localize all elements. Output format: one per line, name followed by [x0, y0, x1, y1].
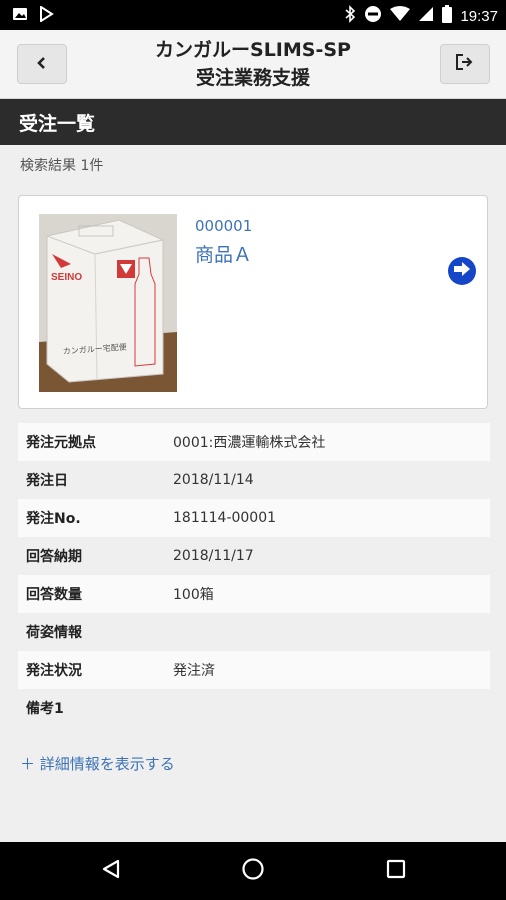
detail-label: 発注状況	[26, 663, 82, 679]
detail-label: 発注No.	[26, 511, 81, 527]
product-card[interactable]: SEINO カンガルー宅配便 000001 商品Ａ	[18, 195, 488, 409]
detail-row: 荷姿情報	[18, 613, 490, 651]
detail-label: 回答納期	[26, 549, 82, 565]
arrow-right-circle-icon	[453, 261, 471, 281]
system-nav-bar	[0, 842, 506, 900]
detail-label: 回答数量	[26, 587, 82, 603]
open-detail-button[interactable]	[448, 257, 476, 285]
app-title: カンガルーSLIMS-SP	[155, 39, 351, 61]
detail-value: 2018/11/17	[173, 548, 254, 564]
back-button[interactable]	[17, 44, 67, 84]
chevron-left-icon	[35, 55, 49, 74]
section-header: 受注一覧	[0, 99, 506, 145]
detail-label: 荷姿情報	[26, 625, 82, 641]
detail-row: 発注日 2018/11/14	[18, 461, 490, 499]
section-title: 受注一覧	[19, 113, 96, 135]
detail-label: 発注日	[26, 473, 68, 489]
app-subtitle: 受注業務支援	[195, 67, 310, 89]
bluetooth-icon	[344, 5, 356, 27]
product-image: SEINO カンガルー宅配便	[39, 214, 177, 392]
logout-button[interactable]	[440, 44, 490, 84]
order-details: 発注元拠点 0001:西濃運輸株式会社 発注日 2018/11/14 発注No.…	[18, 423, 490, 727]
detail-label: 発注元拠点	[26, 435, 96, 451]
square-recents-icon	[385, 858, 407, 884]
detail-row: 発注状況 発注済	[18, 651, 490, 689]
detail-row: 発注No. 181114-00001	[18, 499, 490, 537]
product-name[interactable]: 商品Ａ	[195, 240, 252, 267]
detail-row: 回答納期 2018/11/17	[18, 537, 490, 575]
product-code[interactable]: 000001	[195, 217, 252, 235]
logout-icon	[455, 53, 475, 75]
nav-recents-button[interactable]	[383, 858, 409, 884]
signal-icon	[418, 6, 434, 26]
detail-value: 発注済	[173, 663, 215, 679]
detail-value: 0001:西濃運輸株式会社	[173, 435, 326, 451]
play-store-icon	[38, 5, 54, 26]
svg-text:SEINO: SEINO	[51, 272, 82, 283]
status-bar: 19:37	[0, 0, 506, 30]
detail-value: 181114-00001	[173, 510, 277, 526]
detail-row: 備考1	[18, 689, 490, 727]
do-not-disturb-icon	[364, 5, 382, 27]
circle-home-icon	[241, 857, 265, 885]
battery-icon	[442, 5, 453, 27]
show-more-details-link[interactable]: ＋ 詳細情報を表示する	[20, 753, 175, 774]
detail-row: 回答数量 100箱	[18, 575, 490, 613]
image-icon	[12, 6, 28, 26]
nav-back-button[interactable]	[98, 858, 124, 884]
app-header: カンガルーSLIMS-SP 受注業務支援	[0, 30, 506, 99]
detail-label: 備考1	[26, 701, 64, 717]
status-time: 19:37	[460, 7, 498, 25]
nav-home-button[interactable]	[240, 858, 266, 884]
detail-row: 発注元拠点 0001:西濃運輸株式会社	[18, 423, 490, 461]
page-title: カンガルーSLIMS-SP 受注業務支援	[90, 36, 416, 92]
triangle-back-icon	[100, 858, 122, 884]
detail-value: 100箱	[173, 587, 214, 603]
wifi-icon	[390, 6, 411, 26]
search-result-count: 検索結果 1件	[20, 158, 104, 174]
detail-value: 2018/11/14	[173, 472, 254, 488]
